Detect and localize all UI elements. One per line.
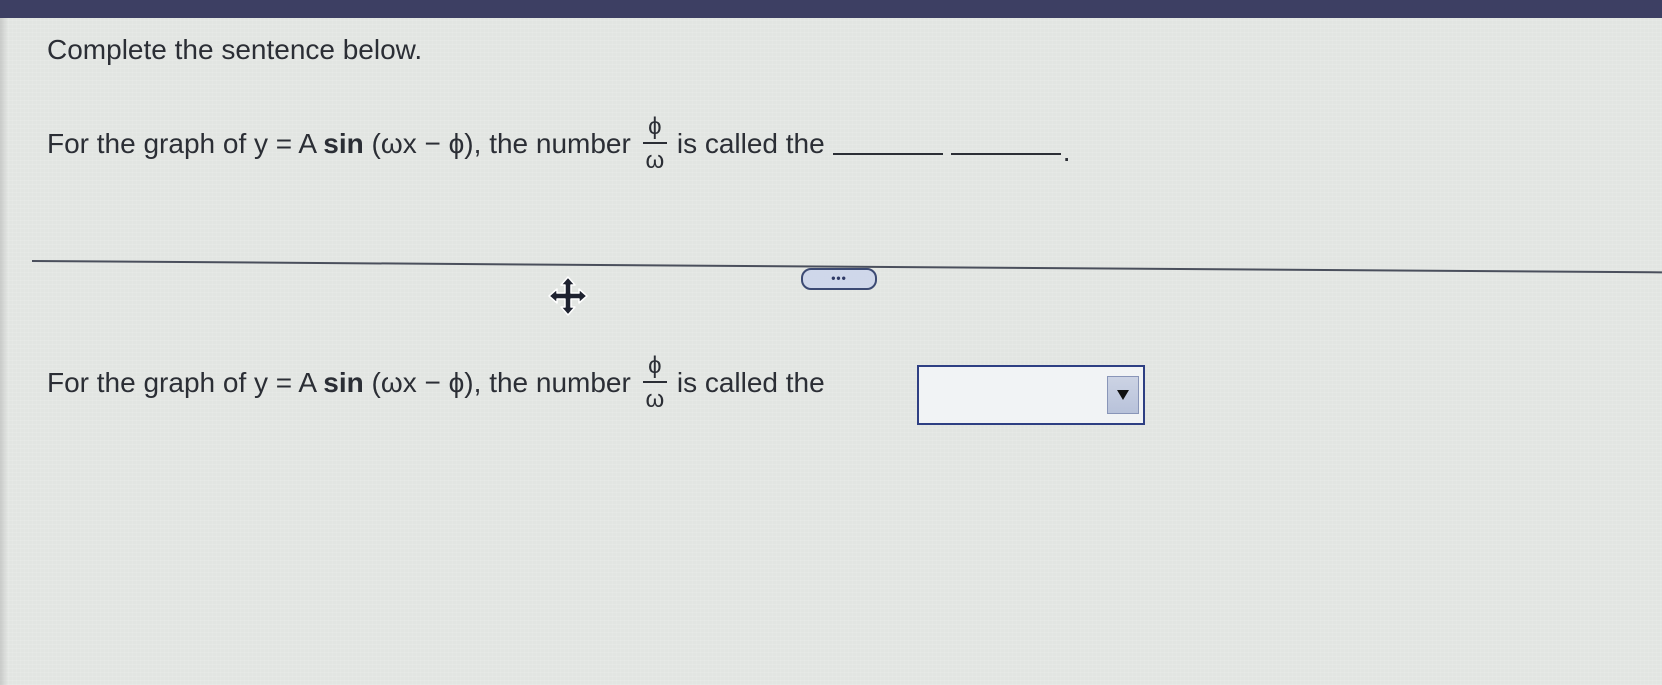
fraction-denominator: ω [645, 147, 665, 174]
question-sentence: For the graph of y = A sin (ωx − ϕ), the… [47, 115, 1071, 173]
answer-fraction-denominator: ω [645, 386, 665, 413]
answer-argument: (ωx − ϕ), the number [363, 367, 631, 398]
top-bar [0, 0, 1662, 20]
sentence-suffix: is called the [676, 128, 825, 159]
answer-blank-1 [832, 153, 943, 155]
answer-sentence: For the graph of y = A sin (ωx − ϕ), the… [47, 354, 825, 412]
answer-phi-over-omega-fraction: ϕ ω [642, 352, 667, 413]
answer-fraction-numerator: ϕ [648, 352, 662, 379]
sentence-prefix: For the graph of y = A [47, 128, 324, 159]
answer-dropdown[interactable] [917, 365, 1145, 425]
answer-suffix: is called the [676, 367, 825, 398]
sentence-period: . [1062, 136, 1071, 167]
fraction-numerator: ϕ [648, 113, 662, 140]
more-options-button[interactable]: ••• [801, 268, 877, 290]
answer-prefix: For the graph of y = A [47, 367, 324, 398]
triangle-down-icon [1117, 390, 1129, 400]
sin-function: sin [323, 128, 364, 159]
dropdown-arrow-button[interactable] [1107, 376, 1139, 414]
phi-over-omega-fraction: ϕ ω [642, 113, 667, 174]
instruction-text: Complete the sentence below. [47, 34, 423, 65]
answer-blank-2 [950, 153, 1061, 155]
panel-edge-shadow [0, 18, 8, 685]
move-cursor-icon [548, 276, 588, 316]
sentence-argument: (ωx − ϕ), the number [363, 128, 631, 159]
answer-sin-function: sin [323, 367, 364, 398]
